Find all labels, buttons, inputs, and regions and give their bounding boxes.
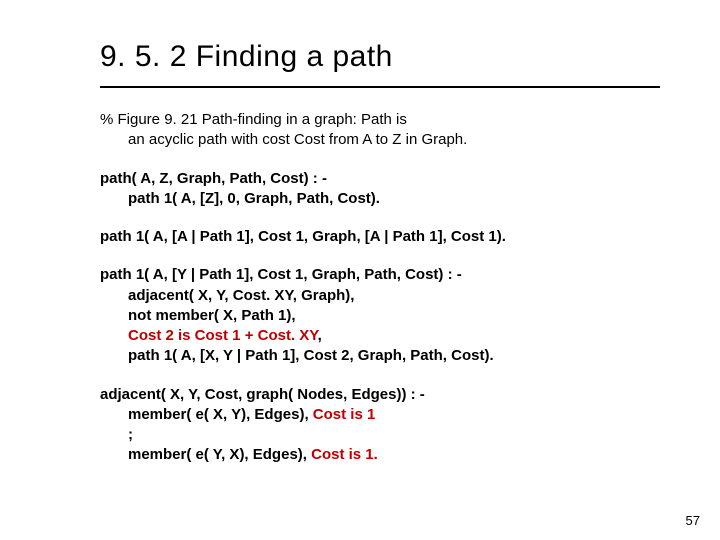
path-body: path 1( A, [Z], 0, Graph, Path, Cost).: [100, 189, 660, 209]
path-clause: path( A, Z, Graph, Path, Cost) : - path …: [100, 169, 660, 210]
path1-rec-l3: Cost 2 is Cost 1 + Cost. XY,: [100, 326, 660, 346]
adjacent-clause: adjacent( X, Y, Cost, graph( Nodes, Edge…: [100, 385, 660, 466]
adjacent-l2: ;: [100, 425, 660, 445]
path1-rec-clause: path 1( A, [Y | Path 1], Cost 1, Graph, …: [100, 265, 660, 366]
path1-rec-l4: path 1( A, [X, Y | Path 1], Cost 2, Grap…: [100, 346, 660, 366]
adjacent-l1-text: member( e( X, Y), Edges),: [128, 406, 313, 423]
path1-rec-l1: adjacent( X, Y, Cost. XY, Graph),: [100, 286, 660, 306]
adjacent-l1: member( e( X, Y), Edges), Cost is 1: [100, 405, 660, 425]
slide-title: 9. 5. 2 Finding a path: [100, 40, 660, 80]
comment-line-2: an acyclic path with cost Cost from A to…: [100, 130, 660, 150]
adjacent-l3-cost: Cost is 1.: [311, 446, 378, 463]
path1-base: path 1( A, [A | Path 1], Cost 1, Graph, …: [100, 227, 660, 247]
path1-rec-head: path 1( A, [Y | Path 1], Cost 1, Graph, …: [100, 265, 660, 285]
page-number: 57: [686, 513, 700, 528]
adjacent-l3-text: member( e( Y, X), Edges),: [128, 446, 311, 463]
path-head: path( A, Z, Graph, Path, Cost) : -: [100, 169, 660, 189]
title-rule: [100, 86, 660, 88]
path1-base-clause: path 1( A, [A | Path 1], Cost 1, Graph, …: [100, 227, 660, 247]
adjacent-l1-cost: Cost is 1: [313, 406, 376, 423]
cost-expr: Cost 2 is Cost 1 + Cost. XY: [128, 327, 318, 344]
comment-block: % Figure 9. 21 Path-finding in a graph: …: [100, 110, 660, 151]
comment-line-1: % Figure 9. 21 Path-finding in a graph: …: [100, 110, 660, 130]
adjacent-head: adjacent( X, Y, Cost, graph( Nodes, Edge…: [100, 385, 660, 405]
slide: 9. 5. 2 Finding a path % Figure 9. 21 Pa…: [0, 0, 720, 540]
adjacent-l3: member( e( Y, X), Edges), Cost is 1.: [100, 445, 660, 465]
path1-rec-l2: not member( X, Path 1),: [100, 306, 660, 326]
cost-expr-tail: ,: [318, 327, 322, 344]
